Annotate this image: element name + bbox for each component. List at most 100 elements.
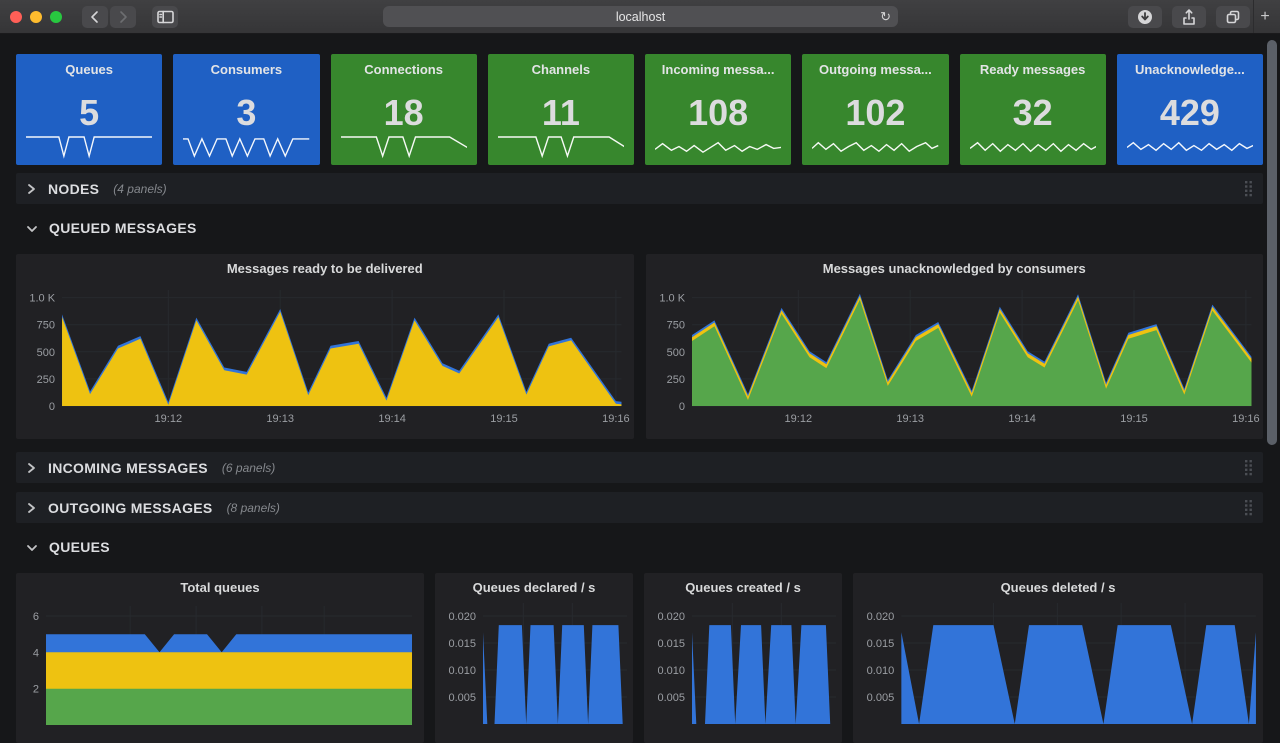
svg-text:19:14: 19:14 [378, 413, 406, 425]
stat-value: 11 [488, 95, 634, 131]
svg-text:500: 500 [37, 347, 55, 359]
stat-title: Queues [16, 62, 162, 77]
scrollbar-thumb[interactable] [1267, 40, 1277, 445]
svg-text:19:15: 19:15 [490, 413, 518, 425]
chevron-down-icon [25, 541, 39, 554]
window-controls [10, 11, 62, 23]
reload-icon[interactable]: ↻ [880, 10, 891, 23]
panel-title[interactable]: Messages unacknowledged by consumers [646, 261, 1264, 276]
stat-panel-incoming-messa[interactable]: Incoming messa...108 [645, 54, 791, 165]
stat-title: Unacknowledge... [1117, 62, 1263, 77]
url-text: localhost [616, 10, 665, 24]
stats-row: Queues 5 Consumers3Connections18 Channels 11… [16, 54, 1263, 165]
svg-text:0.020: 0.020 [657, 611, 685, 623]
stat-title: Outgoing messa... [802, 62, 948, 77]
stat-title: Channels [488, 62, 634, 77]
panel-title[interactable]: Total queues [16, 580, 424, 595]
stat-title: Ready messages [960, 62, 1106, 77]
panel-messages-unacked[interactable]: Messages unacknowledged by consumers 025… [646, 254, 1264, 439]
svg-text:0.020: 0.020 [867, 611, 895, 623]
panel-queues-deleted[interactable]: Queues deleted / s 0.0050.0100.0150.020 [853, 573, 1263, 743]
panel-messages-ready[interactable]: Messages ready to be delivered 025050075… [16, 254, 634, 439]
row-drag-handle[interactable] [1244, 499, 1253, 521]
downloads-button[interactable] [1128, 6, 1162, 28]
svg-text:0: 0 [678, 401, 684, 413]
row-incoming-messages[interactable]: INCOMING MESSAGES (6 panels) [16, 452, 1263, 483]
stat-value: 5 [16, 95, 162, 131]
messages-unacked-chart[interactable]: 02505007501.0 K19:1219:1319:1419:1519:16 [646, 254, 1264, 439]
panel-queues-created[interactable]: Queues created / s 0.0050.0100.0150.020 [644, 573, 842, 743]
svg-text:19:16: 19:16 [1232, 413, 1260, 425]
dashboard: Queues 5 Consumers3Connections18 Channels 11… [0, 34, 1280, 712]
row-title: OUTGOING MESSAGES [48, 500, 213, 516]
sparkline [183, 133, 309, 161]
panel-queues-declared[interactable]: Queues declared / s 0.0050.0100.0150.020 [435, 573, 633, 743]
svg-text:0: 0 [49, 401, 55, 413]
stat-panel-ready-messages[interactable]: Ready messages32 [960, 54, 1106, 165]
stat-panel-outgoing-messa[interactable]: Outgoing messa... 102 [802, 54, 948, 165]
sparkline [655, 133, 781, 161]
close-window-button[interactable] [10, 11, 22, 23]
chevron-right-icon [25, 182, 38, 196]
svg-text:0.010: 0.010 [867, 665, 895, 677]
row-title: QUEUES [49, 539, 110, 555]
sparkline [26, 133, 152, 161]
svg-text:2: 2 [33, 684, 39, 696]
svg-text:0.005: 0.005 [657, 692, 685, 704]
svg-text:0.005: 0.005 [448, 692, 476, 704]
panel-title[interactable]: Queues created / s [644, 580, 842, 595]
sparkline [812, 133, 938, 161]
row-panel-count: (6 panels) [222, 461, 275, 475]
svg-text:750: 750 [37, 320, 55, 332]
stat-panel-connections[interactable]: Connections18 [331, 54, 477, 165]
sidebar-toggle-button[interactable] [152, 6, 178, 28]
queues-declared-chart[interactable]: 0.0050.0100.0150.020 [435, 573, 633, 743]
chevron-right-icon [25, 501, 38, 515]
back-button[interactable] [82, 6, 108, 28]
row-drag-handle[interactable] [1244, 180, 1253, 202]
share-button[interactable] [1172, 6, 1206, 28]
panel-title[interactable]: Messages ready to be delivered [16, 261, 634, 276]
row-drag-handle[interactable] [1244, 459, 1253, 481]
new-tab-button[interactable]: + [1255, 6, 1275, 27]
tab-overview-button[interactable] [1216, 6, 1250, 28]
panel-total-queues[interactable]: Total queues 246 [16, 573, 424, 743]
row-title: QUEUED MESSAGES [49, 220, 197, 236]
row-queues[interactable]: QUEUES [16, 532, 1263, 562]
svg-text:0.020: 0.020 [448, 611, 476, 623]
messages-ready-chart[interactable]: 02505007501.0 K19:1219:1319:1419:1519:16 [16, 254, 634, 439]
stat-panel-channels[interactable]: Channels 11 [488, 54, 634, 165]
download-icon [1137, 9, 1153, 25]
row-queued-messages[interactable]: QUEUED MESSAGES [16, 213, 1263, 243]
queues-panels: Total queues 246 Queues declared / s 0.0… [16, 573, 1263, 743]
maximize-window-button[interactable] [50, 11, 62, 23]
svg-text:250: 250 [666, 374, 684, 386]
stat-panel-unacknowledge[interactable]: Unacknowledge... 429 [1117, 54, 1263, 165]
svg-text:19:12: 19:12 [784, 413, 812, 425]
total-queues-chart[interactable]: 246 [16, 573, 424, 743]
queues-deleted-chart[interactable]: 0.0050.0100.0150.020 [853, 573, 1263, 743]
svg-text:0.010: 0.010 [657, 665, 685, 677]
stat-panel-consumers[interactable]: Consumers3 [173, 54, 319, 165]
stat-title: Connections [331, 62, 477, 77]
queues-created-chart[interactable]: 0.0050.0100.0150.020 [644, 573, 842, 743]
row-nodes[interactable]: NODES (4 panels) [16, 173, 1263, 204]
chevron-right-icon [25, 461, 38, 475]
row-title: INCOMING MESSAGES [48, 460, 208, 476]
svg-text:0.015: 0.015 [448, 638, 476, 650]
sparkline [1127, 133, 1253, 161]
stat-value: 102 [802, 95, 948, 131]
forward-button[interactable] [110, 6, 136, 28]
row-outgoing-messages[interactable]: OUTGOING MESSAGES (8 panels) [16, 492, 1263, 523]
chevron-left-icon [89, 10, 101, 24]
chevron-down-icon [25, 222, 39, 235]
svg-text:0.015: 0.015 [867, 638, 895, 650]
stat-panel-queues[interactable]: Queues 5 [16, 54, 162, 165]
minimize-window-button[interactable] [30, 11, 42, 23]
panel-title[interactable]: Queues declared / s [435, 580, 633, 595]
stat-value: 429 [1117, 95, 1263, 131]
address-bar[interactable]: localhost ↻ [383, 6, 898, 27]
panel-title[interactable]: Queues deleted / s [853, 580, 1263, 595]
queued-messages-panels: Messages ready to be delivered 0 250 500 75… [16, 254, 1263, 439]
svg-text:4: 4 [33, 647, 39, 659]
